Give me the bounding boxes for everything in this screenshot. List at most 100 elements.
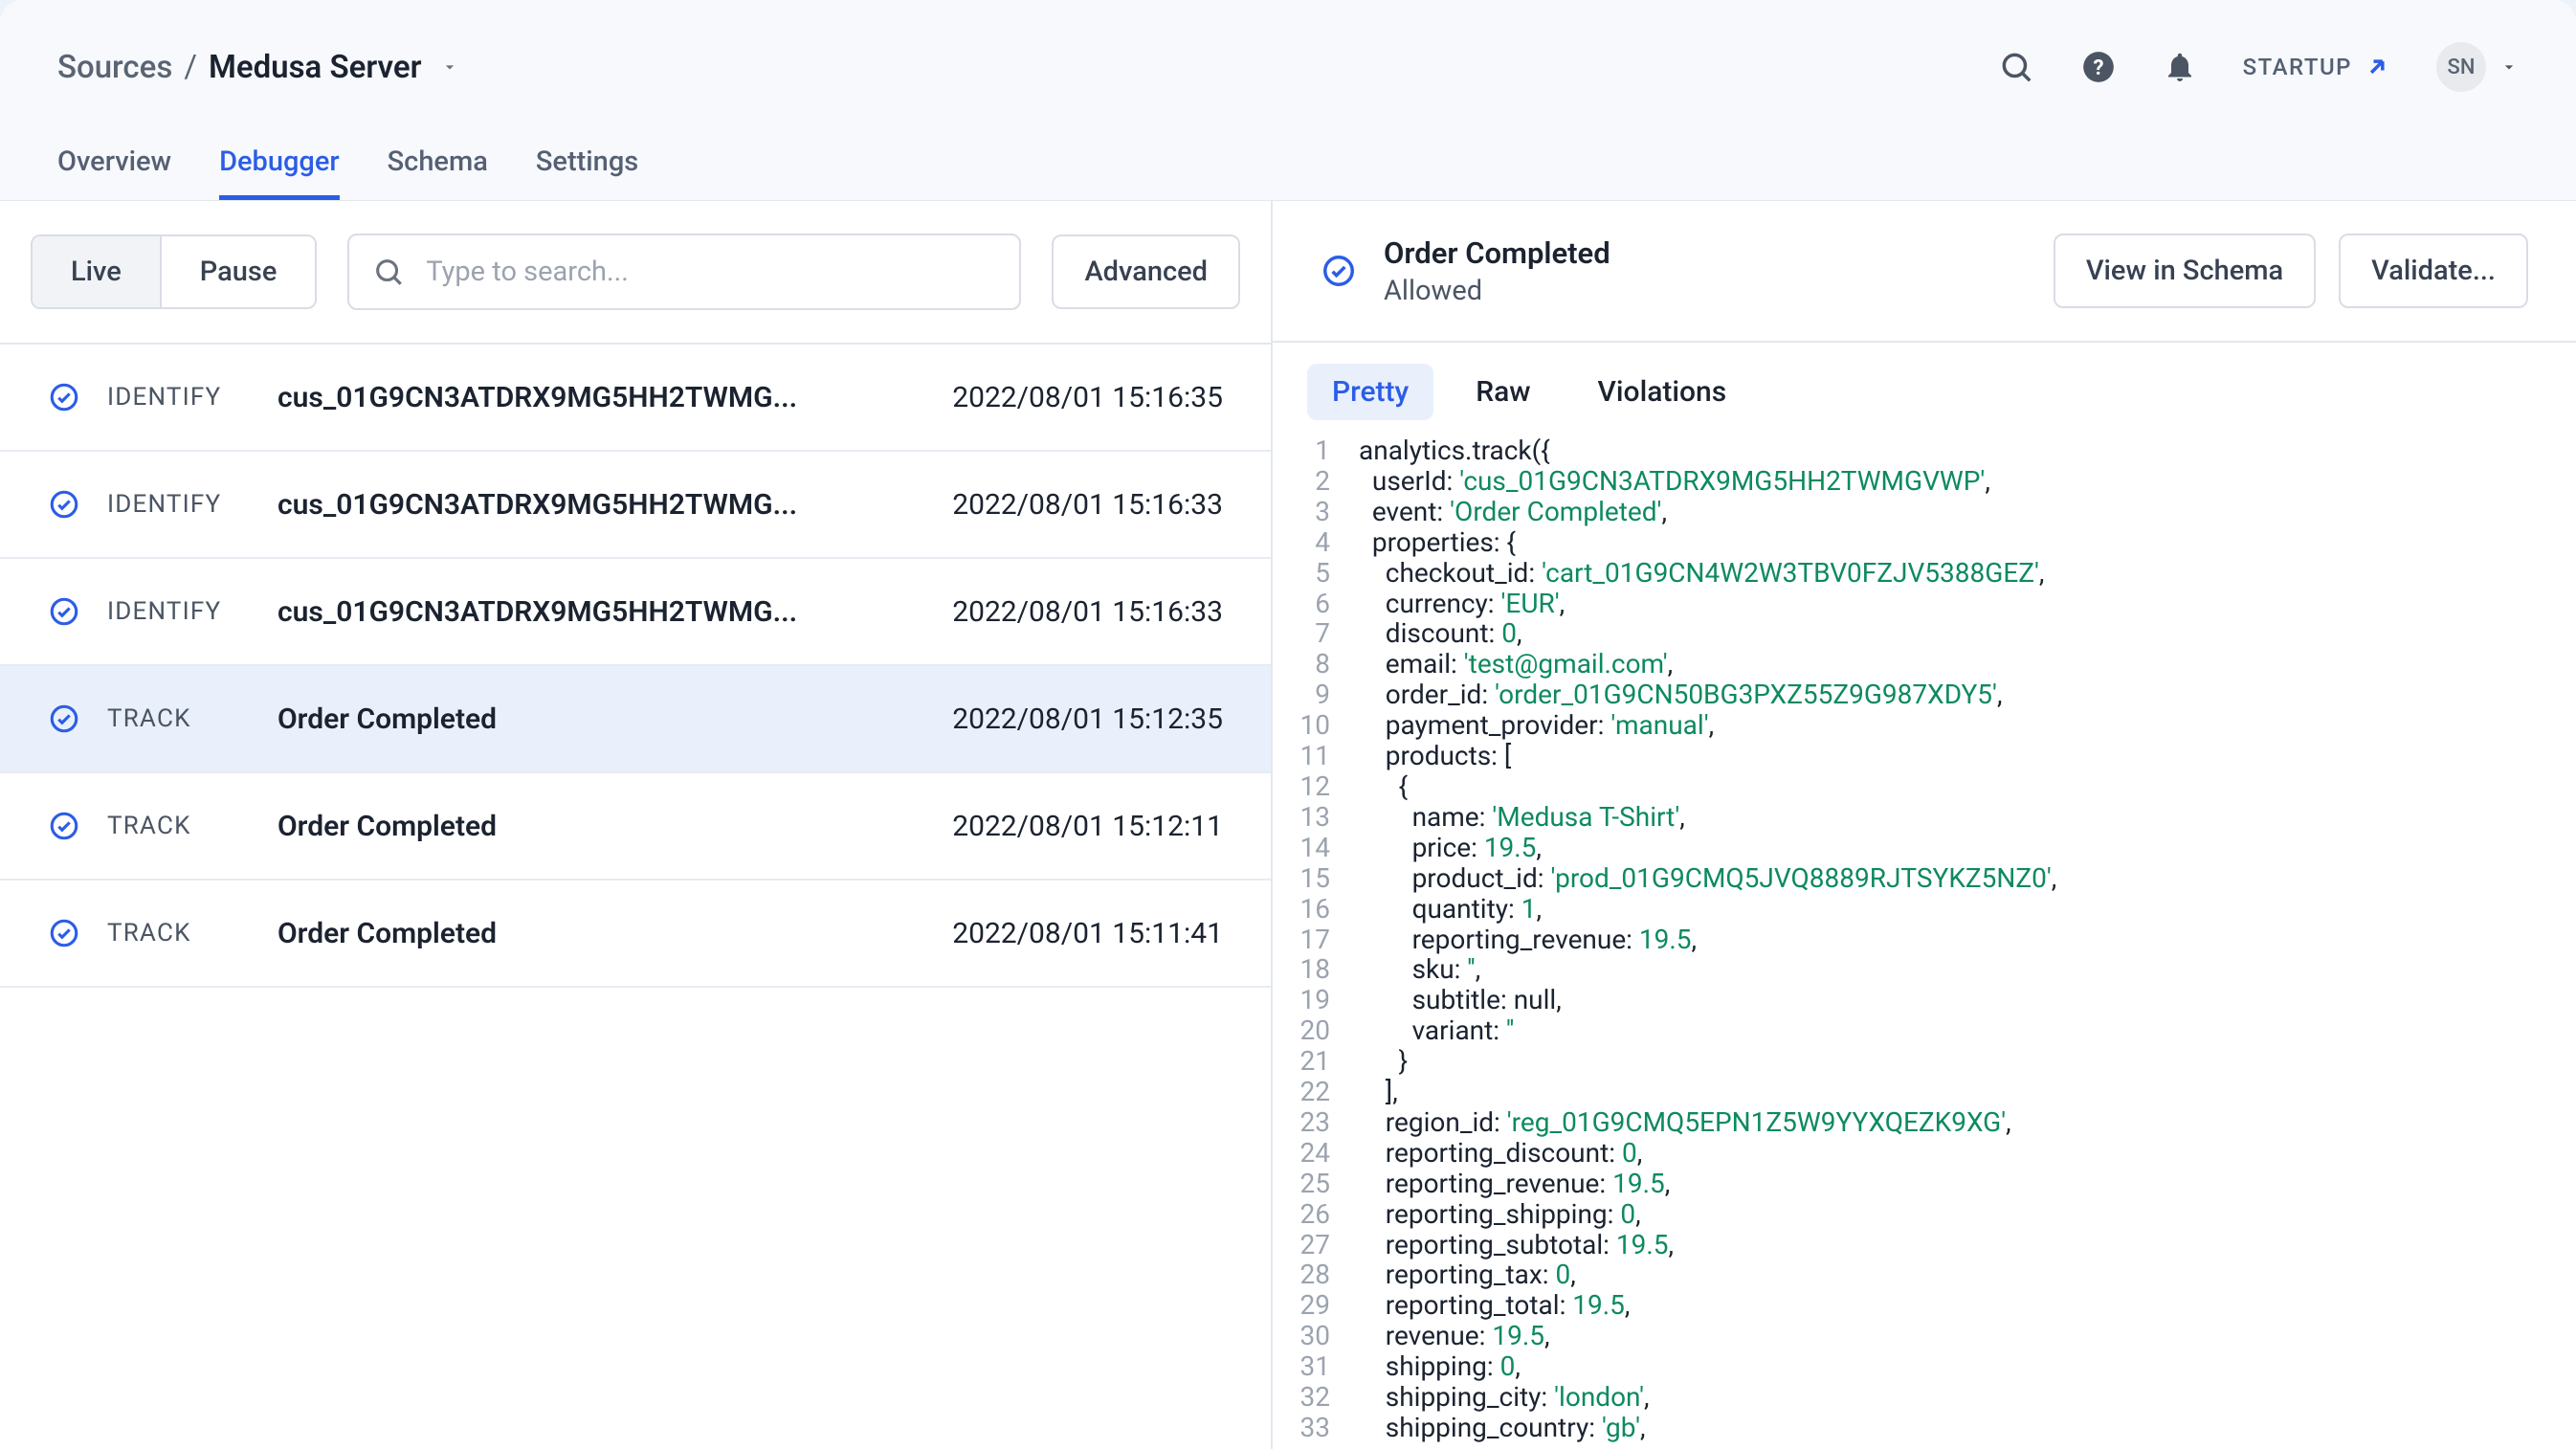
code-content: reporting_revenue: 19.5, (1359, 1169, 1670, 1199)
search-icon[interactable] (1998, 49, 2034, 85)
check-circle-icon (48, 810, 80, 842)
detail-subtitle: Allowed (1384, 275, 1610, 307)
search-icon (372, 256, 405, 288)
code-line: 7 discount: 0, (1273, 618, 2576, 649)
code-line: 26 reporting_shipping: 0, (1273, 1199, 2576, 1230)
breadcrumb-root[interactable]: Sources (57, 49, 172, 86)
event-name: Order Completed (278, 810, 925, 843)
advanced-button[interactable]: Advanced (1052, 234, 1240, 309)
breadcrumb-current[interactable]: Medusa Server (209, 49, 422, 86)
line-number: 10 (1273, 710, 1359, 741)
event-row[interactable]: IDENTIFYcus_01G9CN3ATDRX9MG5HH2TWMG...20… (0, 559, 1271, 666)
validate-button[interactable]: Validate... (2339, 234, 2528, 308)
user-menu[interactable]: SN (2436, 42, 2519, 92)
code-line: 25 reporting_revenue: 19.5, (1273, 1169, 2576, 1199)
code-content: product_id: 'prod_01G9CMQ5JVQ8889RJTSYKZ… (1359, 863, 2056, 894)
event-type: IDENTIFY (107, 490, 251, 519)
code-content: reporting_revenue: 19.5, (1359, 925, 1697, 955)
pause-button[interactable]: Pause (160, 236, 316, 307)
event-time: 2022/08/01 15:12:35 (952, 702, 1223, 736)
event-row[interactable]: TRACKOrder Completed2022/08/01 15:12:35 (0, 666, 1271, 773)
live-pause-toggle: Live Pause (31, 234, 317, 309)
line-number: 18 (1273, 954, 1359, 985)
code-line: 9 order_id: 'order_01G9CN50BG3PXZ55Z9G98… (1273, 680, 2576, 710)
code-content: name: 'Medusa T-Shirt', (1359, 802, 1685, 833)
code-line: 6 currency: 'EUR', (1273, 589, 2576, 619)
view-schema-button[interactable]: View in Schema (2054, 234, 2316, 308)
event-time: 2022/08/01 15:12:11 (952, 810, 1223, 843)
event-type: IDENTIFY (107, 383, 251, 412)
line-number: 25 (1273, 1169, 1359, 1199)
avatar: SN (2436, 42, 2486, 92)
detail-panel: Order Completed Allowed View in Schema V… (1273, 201, 2576, 1449)
code-line: 14 price: 19.5, (1273, 833, 2576, 863)
nav-tabs: Overview Debugger Schema Settings (0, 134, 2576, 201)
code-line: 3 event: 'Order Completed', (1273, 497, 2576, 527)
event-row[interactable]: TRACKOrder Completed2022/08/01 15:12:11 (0, 773, 1271, 881)
event-row[interactable]: IDENTIFYcus_01G9CN3ATDRX9MG5HH2TWMG...20… (0, 452, 1271, 559)
tab-settings[interactable]: Settings (536, 145, 638, 200)
code-line: 12 { (1273, 771, 2576, 802)
chevron-down-icon[interactable] (440, 57, 459, 77)
event-type: IDENTIFY (107, 597, 251, 626)
code-line: 8 email: 'test@gmail.com', (1273, 649, 2576, 680)
line-number: 29 (1273, 1290, 1359, 1321)
code-line: 20 variant: '' (1273, 1015, 2576, 1046)
event-name: Order Completed (278, 702, 925, 736)
code-content: email: 'test@gmail.com', (1359, 649, 1673, 680)
live-button[interactable]: Live (33, 236, 160, 307)
event-time: 2022/08/01 15:16:33 (952, 488, 1223, 522)
tab-debugger[interactable]: Debugger (219, 145, 340, 200)
line-number: 33 (1273, 1413, 1359, 1443)
subtab-violations[interactable]: Violations (1573, 364, 1752, 420)
line-number: 31 (1273, 1351, 1359, 1382)
plan-badge[interactable]: STARTUP (2243, 54, 2390, 80)
code-line: 22 ], (1273, 1077, 2576, 1107)
subtab-pretty[interactable]: Pretty (1307, 364, 1433, 420)
line-number: 19 (1273, 985, 1359, 1015)
line-number: 8 (1273, 649, 1359, 680)
code-content: variant: '' (1359, 1015, 1514, 1046)
detail-subtabs: Pretty Raw Violations (1273, 343, 2576, 420)
code-line: 31 shipping: 0, (1273, 1351, 2576, 1382)
code-content: currency: 'EUR', (1359, 589, 1565, 619)
line-number: 6 (1273, 589, 1359, 619)
subtab-raw[interactable]: Raw (1451, 364, 1555, 420)
line-number: 28 (1273, 1260, 1359, 1290)
line-number: 21 (1273, 1046, 1359, 1077)
code-line: 11 products: [ (1273, 741, 2576, 771)
line-number: 1 (1273, 435, 1359, 466)
code-content: subtitle: null, (1359, 985, 1562, 1015)
line-number: 7 (1273, 618, 1359, 649)
tab-overview[interactable]: Overview (57, 145, 171, 200)
code-content: order_id: 'order_01G9CN50BG3PXZ55Z9G987X… (1359, 680, 2002, 710)
line-number: 26 (1273, 1199, 1359, 1230)
event-row[interactable]: TRACKOrder Completed2022/08/01 15:11:41 (0, 881, 1271, 988)
events-toolbar: Live Pause Advanced (0, 201, 1271, 345)
code-content: reporting_subtotal: 19.5, (1359, 1230, 1674, 1260)
code-viewer[interactable]: 1analytics.track({2 userId: 'cus_01G9CN3… (1273, 420, 2576, 1449)
event-list: IDENTIFY cus_01G9CN3ATDRX9MG5HH2TWMG... 20… (0, 345, 1271, 1449)
code-line: 27 reporting_subtotal: 19.5, (1273, 1230, 2576, 1260)
code-line: 23 region_id: 'reg_01G9CMQ5EPN1Z5W9YYXQE… (1273, 1107, 2576, 1138)
help-icon[interactable]: ? (2080, 49, 2117, 85)
bell-icon[interactable] (2163, 50, 2197, 84)
tab-schema[interactable]: Schema (388, 145, 488, 200)
search-input[interactable] (347, 234, 1021, 310)
header: Sources / Medusa Server ? STARTUP (0, 0, 2576, 134)
event-row[interactable]: IDENTIFYcus_01G9CN3ATDRX9MG5HH2TWMG...20… (0, 345, 1271, 452)
event-name: cus_01G9CN3ATDRX9MG5HH2TWMG... (278, 381, 925, 414)
code-line: 16 quantity: 1, (1273, 894, 2576, 925)
breadcrumb[interactable]: Sources / Medusa Server (57, 49, 459, 86)
code-content: quantity: 1, (1359, 894, 1542, 925)
check-circle-icon (48, 488, 80, 521)
line-number: 27 (1273, 1230, 1359, 1260)
code-content: event: 'Order Completed', (1359, 497, 1667, 527)
plan-label: STARTUP (2243, 54, 2352, 80)
code-line: 24 reporting_discount: 0, (1273, 1138, 2576, 1169)
code-line: 33 shipping_country: 'gb', (1273, 1413, 2576, 1443)
line-number: 11 (1273, 741, 1359, 771)
line-number: 5 (1273, 558, 1359, 589)
code-line: 2 userId: 'cus_01G9CN3ATDRX9MG5HH2TWMGVW… (1273, 466, 2576, 497)
code-line: 13 name: 'Medusa T-Shirt', (1273, 802, 2576, 833)
